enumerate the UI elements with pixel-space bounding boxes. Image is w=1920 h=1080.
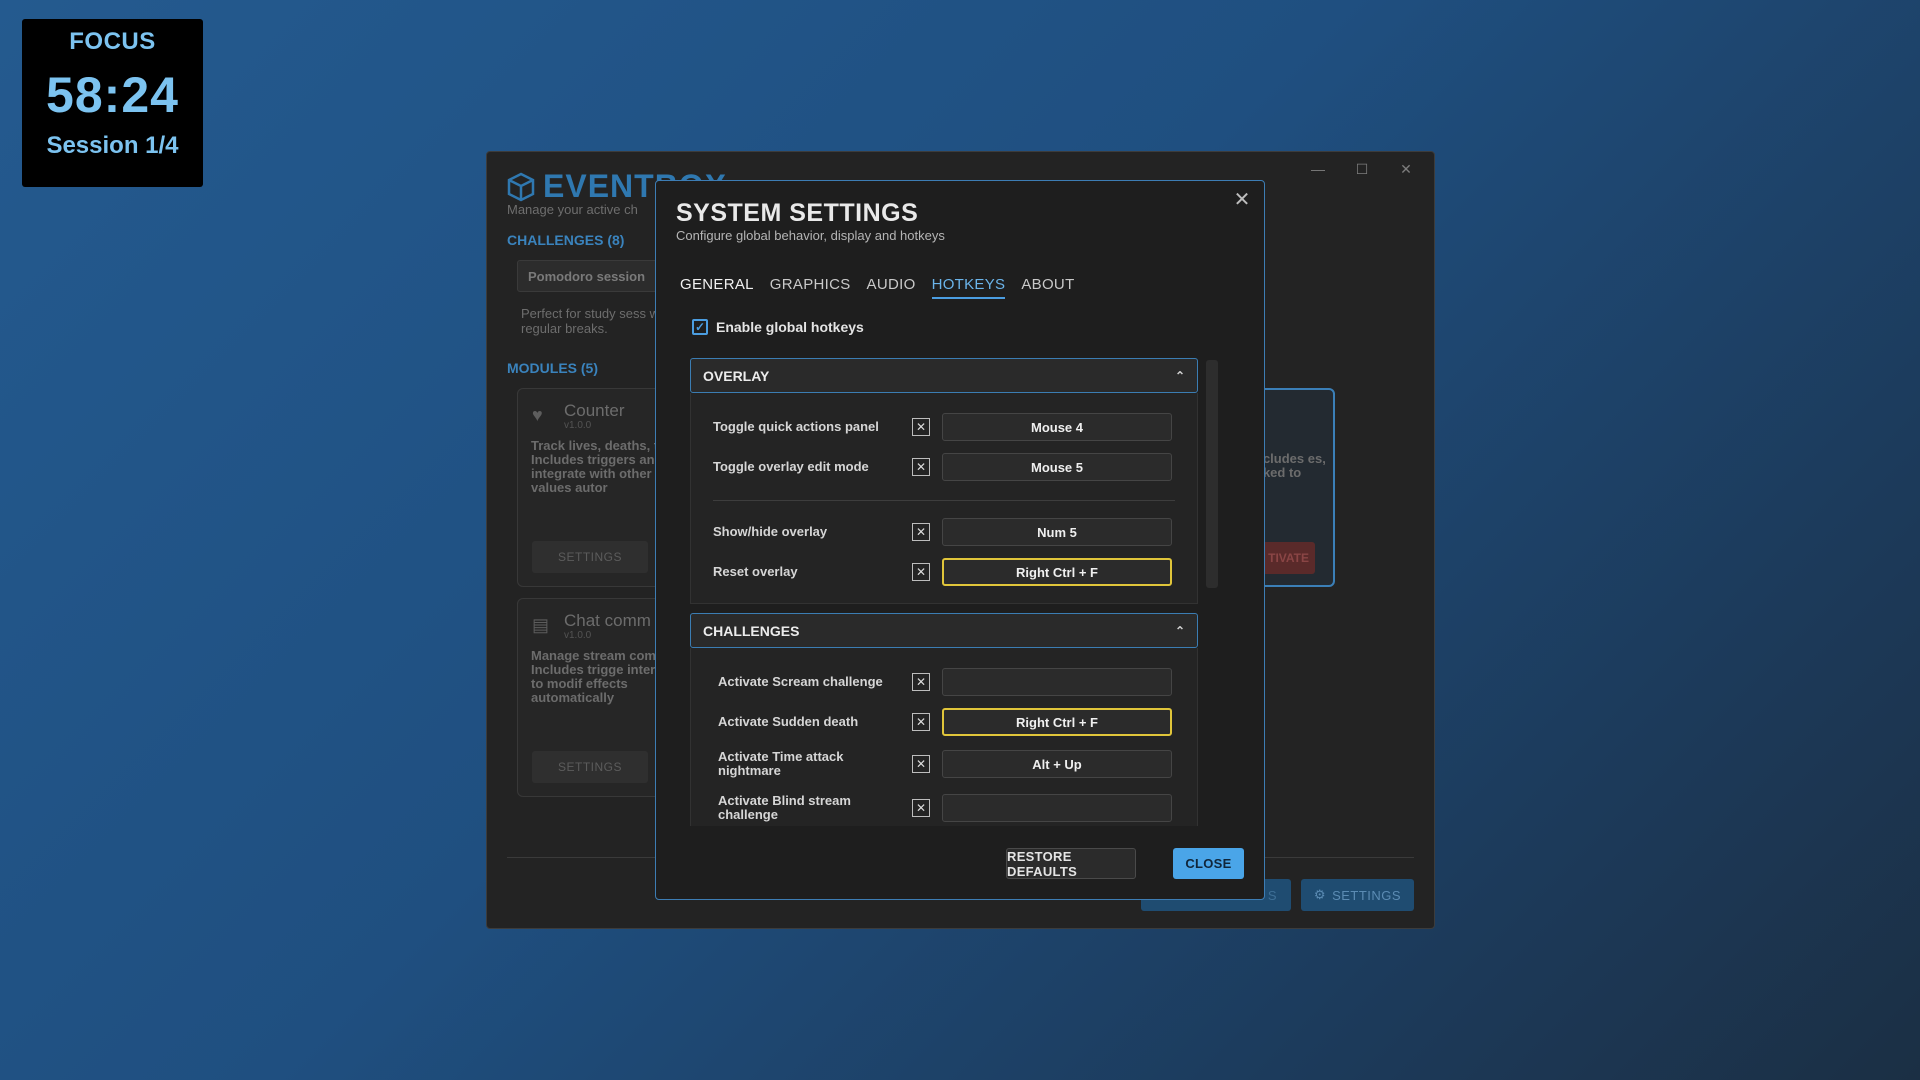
enable-hotkeys-label: Enable global hotkeys [716,319,864,335]
close-button[interactable]: CLOSE [1173,848,1244,879]
clear-hotkey-icon[interactable]: ✕ [912,799,930,817]
close-dialog-icon[interactable]: ✕ [1230,187,1254,211]
group-body-overlay: Toggle quick actions panel ✕ Mouse 4 Tog… [690,393,1198,604]
clear-hotkey-icon[interactable]: ✕ [912,418,930,436]
timer-time: 58:24 [46,67,179,123]
hotkey-field-conflict[interactable]: Right Ctrl + F [942,558,1172,586]
hotkey-field[interactable]: Mouse 5 [942,453,1172,481]
app-subtitle: Manage your active ch [507,202,638,217]
group-title: OVERLAY [703,367,770,384]
challenges-header: CHALLENGES (8) [507,232,625,248]
minimize-icon[interactable]: — [1298,158,1338,180]
chevron-up-icon: ⌃ [1174,368,1185,383]
modules-header: MODULES (5) [507,360,598,376]
chevron-up-icon: ⌃ [1174,623,1185,638]
tab-hotkeys[interactable]: HOTKEYS [931,276,1006,299]
clear-hotkey-icon[interactable]: ✕ [912,523,930,541]
dialog-title: SYSTEM SETTINGS [676,199,919,227]
tab-about[interactable]: ABOUT [1021,276,1074,299]
hotkey-row: Activate Sudden death ✕ Right Ctrl + F [691,707,1199,737]
dialog-subtitle: Configure global behavior, display and h… [676,228,945,243]
hotkey-group-challenges: CHALLENGES ⌃ Activate Scream challenge ✕… [690,613,1198,826]
focus-timer-widget: FOCUS 58:24 Session 1/4 [22,19,203,187]
hotkey-group-overlay: OVERLAY ⌃ Toggle quick actions panel ✕ M… [690,358,1198,604]
timer-session: Session 1/4 [46,132,179,159]
hotkey-row: Toggle quick actions panel ✕ Mouse 4 [691,412,1199,442]
hotkey-label: Show/hide overlay [713,524,828,539]
module-settings-button[interactable]: SETTINGS [532,751,648,783]
heart-icon: ♥ [532,405,543,425]
tab-graphics[interactable]: GRAPHICS [770,276,851,299]
hotkey-field[interactable]: Alt + Up [942,750,1172,778]
hotkey-label: Activate Blind stream challenge [718,793,851,822]
group-header-challenges[interactable]: CHALLENGES ⌃ [690,613,1198,648]
clear-hotkey-icon[interactable]: ✕ [912,755,930,773]
settings-tabs: GENERAL GRAPHICS AUDIO HOTKEYS ABOUT [680,276,1075,299]
module-title: Counter [564,401,625,420]
hotkey-label: Activate Scream challenge [718,674,883,689]
hotkey-row: Activate Blind stream challenge ✕ [691,793,1199,823]
hotkey-row: Show/hide overlay ✕ Num 5 [691,517,1199,547]
gear-icon: ⚙ [1313,887,1327,902]
hotkey-field[interactable]: Mouse 4 [942,413,1172,441]
clear-hotkey-icon[interactable]: ✕ [912,563,930,581]
module-version: v1.0.0 [564,630,592,641]
scrollbar-thumb[interactable] [1206,360,1218,588]
hotkey-label: Activate Sudden death [718,714,859,729]
hotkey-field[interactable]: Num 5 [942,518,1172,546]
timer-label: FOCUS [69,28,156,55]
enable-hotkeys-checkbox[interactable]: ✓ [692,319,708,335]
hotkeys-scroll-area[interactable]: OVERLAY ⌃ Toggle quick actions panel ✕ M… [690,358,1200,826]
group-title: CHALLENGES [703,622,800,639]
tab-general[interactable]: GENERAL [680,276,754,299]
module-version: v1.0.0 [564,420,592,431]
system-settings-dialog: ✕ SYSTEM SETTINGS Configure global behav… [655,180,1265,900]
maximize-icon[interactable]: ☐ [1342,158,1382,180]
hotkey-row: Activate Scream challenge ✕ [691,667,1199,697]
app-settings-button[interactable]: ⚙ SETTINGS [1301,879,1414,911]
hotkey-label: Activate Time attack nightmare [718,749,844,778]
group-header-overlay[interactable]: OVERLAY ⌃ [690,358,1198,393]
group-separator [713,500,1175,501]
clear-hotkey-icon[interactable]: ✕ [912,458,930,476]
close-window-icon[interactable]: ✕ [1386,158,1426,180]
window-controls: — ☐ ✕ [1298,158,1426,180]
clear-hotkey-icon[interactable]: ✕ [912,673,930,691]
app-settings-label: SETTINGS [1332,887,1402,903]
hotkey-row: Reset overlay ✕ Right Ctrl + F [691,557,1199,587]
hotkey-row: Activate Time attack nightmare ✕ Alt + U… [691,749,1199,779]
enable-hotkeys-row: ✓ Enable global hotkeys [692,319,864,335]
hotkey-field[interactable] [942,668,1172,696]
hotkey-row: Toggle overlay edit mode ✕ Mouse 5 [691,452,1199,482]
module-title: Chat comm [564,611,651,630]
hotkey-label: Reset overlay [713,564,798,579]
module-settings-button[interactable]: SETTINGS [532,541,648,573]
group-body-challenges: Activate Scream challenge ✕ Activate Sud… [690,648,1198,826]
chat-icon: ▤ [532,615,550,635]
tab-audio[interactable]: AUDIO [867,276,916,299]
module-description: ncludes es, nked to [1255,451,1326,480]
cube-icon [507,172,535,201]
hotkey-label: Toggle overlay edit mode [713,459,869,474]
hotkey-label: Toggle quick actions panel [713,419,879,434]
hotkey-field-conflict[interactable]: Right Ctrl + F [942,708,1172,736]
restore-defaults-button[interactable]: RESTORE DEFAULTS [1006,848,1136,879]
hotkey-field[interactable] [942,794,1172,822]
clear-hotkey-icon[interactable]: ✕ [912,713,930,731]
